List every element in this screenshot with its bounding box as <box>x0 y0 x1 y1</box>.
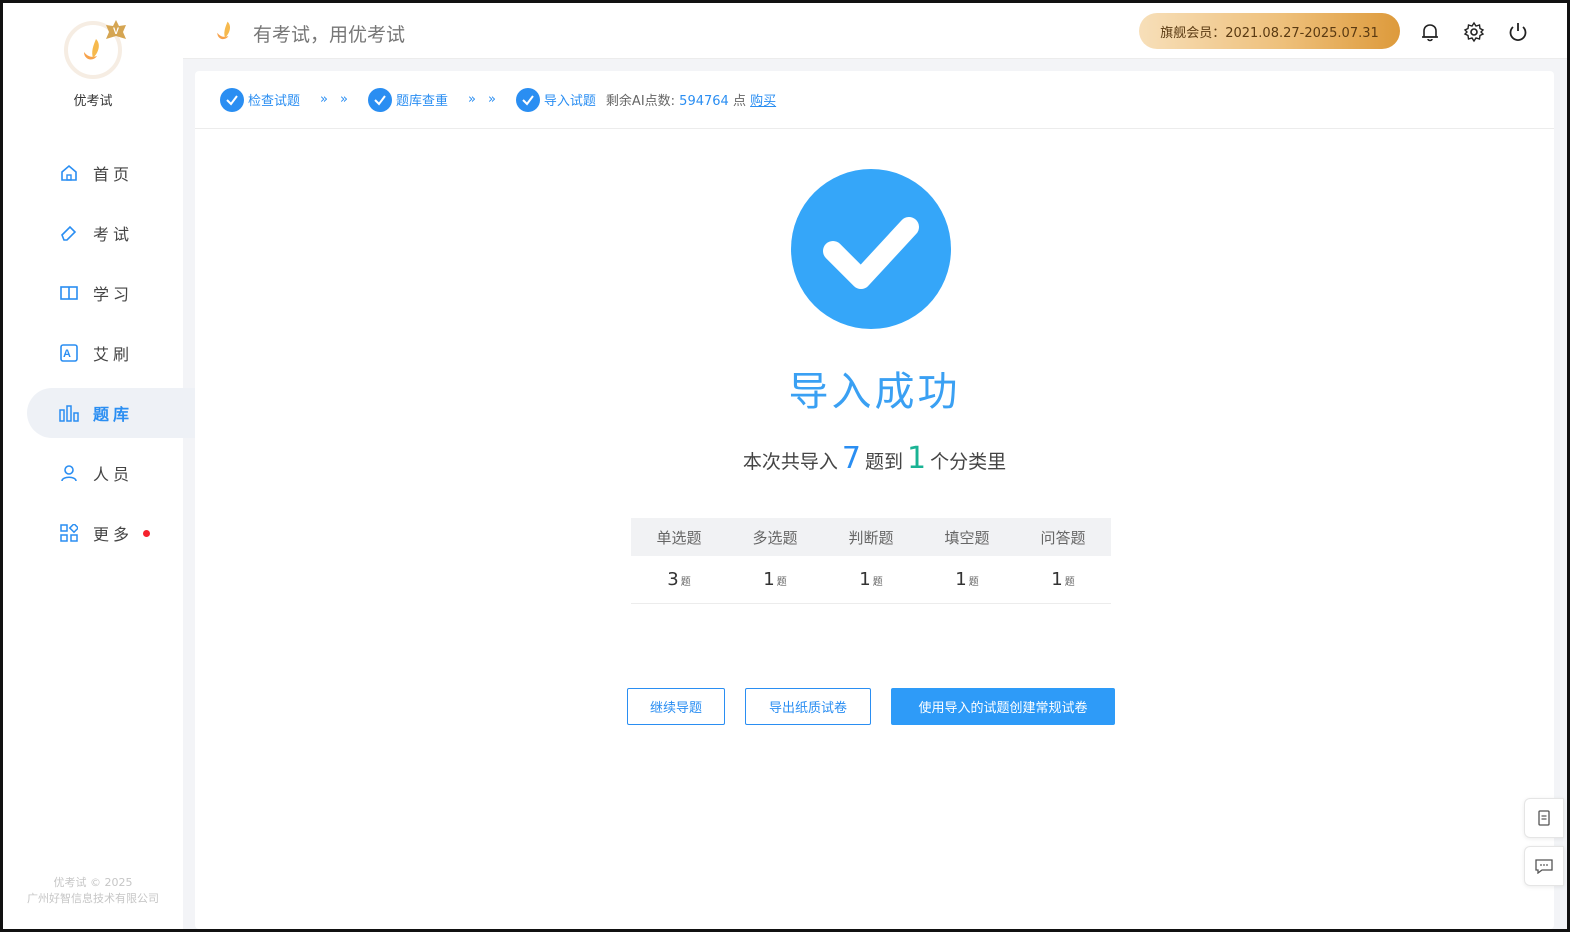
ai-points: 剩余AI点数: 594764 点 购买 <box>606 90 776 109</box>
membership-badge[interactable]: 旗舰会员：2021.08.27-2025.07.31 <box>1139 13 1400 49</box>
points-unit: 点 <box>732 94 746 109</box>
step-arrows: »» <box>467 92 496 107</box>
notification-dot <box>143 529 151 537</box>
apps-icon <box>59 523 79 543</box>
slogan: 有考试，用优考试 <box>253 24 406 46</box>
table-row: 3题 1题 1题 1题 1题 <box>631 556 1111 604</box>
sidebar-nav: 首页 考试 学习 A 艾刷 题库 人员 更多 <box>3 148 207 568</box>
notes-float-button[interactable] <box>1524 798 1564 838</box>
column-header: 多选题 <box>752 528 798 547</box>
eraser-icon <box>59 223 79 243</box>
book-icon <box>59 283 79 303</box>
success-title: 导入成功 <box>788 369 961 415</box>
import-summary: 本次共导入 7 题到 1 个分类里 <box>195 441 1554 476</box>
check-circle-icon <box>367 87 392 112</box>
step-label: 导入试题 <box>543 94 596 109</box>
check-circle-icon <box>515 87 540 112</box>
sidebar-item-question-bank[interactable]: 题库 <box>27 388 207 438</box>
sidebar-item-more[interactable]: 更多 <box>3 508 183 558</box>
sidebar-item-home[interactable]: 首页 <box>3 148 183 198</box>
svg-text:V: V <box>113 26 119 36</box>
question-count: 7 <box>841 441 861 476</box>
sidebar-item-label: 考试 <box>93 225 134 244</box>
table-cell: 3题 <box>667 569 691 590</box>
step-label: 检查试题 <box>248 94 301 109</box>
category-count: 1 <box>907 441 927 476</box>
points-label: 剩余AI点数: <box>605 94 676 109</box>
success-check-icon <box>791 169 951 329</box>
step-arrows: »» <box>320 92 348 107</box>
letter-a-icon: A <box>59 343 79 363</box>
column-header: 填空题 <box>944 528 990 547</box>
brand-logo[interactable]: V <box>64 20 126 81</box>
step-dedupe[interactable]: 题库查重 <box>367 87 448 112</box>
chat-icon <box>1535 859 1553 874</box>
table-cell: 1题 <box>859 569 883 590</box>
table-cell: 1题 <box>763 569 787 590</box>
table-cell: 1题 <box>955 569 979 590</box>
step-check[interactable]: 检查试题 <box>220 87 301 112</box>
export-paper-button[interactable]: 导出纸质试卷 <box>745 688 871 725</box>
sidebar-item-study[interactable]: 学习 <box>3 268 183 318</box>
vip-crown-icon: V <box>106 20 126 39</box>
continue-import-button[interactable]: 继续导题 <box>627 688 725 725</box>
sidebar-item-label: 首页 <box>93 165 134 184</box>
main-card: 检查试题 »» 题库查重 »» 导入试题 剩余AI点数: 594764 点 购买 <box>195 71 1554 929</box>
top-bar: 有考试，用优考试 旗舰会员：2021.08.27-2025.07.31 <box>183 3 1567 59</box>
check-circle-icon <box>220 87 244 112</box>
summary-suffix: 个分类里 <box>930 451 1007 473</box>
company-name: 广州好智信息技术有限公司 <box>27 892 159 905</box>
power-icon[interactable] <box>1507 21 1529 43</box>
sidebar-item-label: 更多 <box>93 525 134 544</box>
import-steps: 检查试题 »» 题库查重 »» 导入试题 剩余AI点数: 594764 点 购买 <box>195 71 1554 129</box>
summary-prefix: 本次共导入 <box>742 451 838 473</box>
svg-text:A: A <box>63 348 75 360</box>
copyright-line: 优考试 © 2025 <box>53 876 133 889</box>
copyright: 优考试 © 2025 广州好智信息技术有限公司 <box>3 875 183 907</box>
points-value: 594764 <box>679 94 729 109</box>
bar-chart-icon <box>59 403 79 423</box>
sidebar-item-aishua[interactable]: A 艾刷 <box>3 328 183 378</box>
sidebar-item-exam[interactable]: 考试 <box>3 208 183 258</box>
table-header: 单选题 多选题 判断题 填空题 问答题 <box>631 518 1111 556</box>
sidebar-item-label: 学习 <box>93 285 134 304</box>
column-header: 问答题 <box>1040 528 1086 547</box>
sidebar-item-people[interactable]: 人员 <box>3 448 183 498</box>
bell-icon[interactable] <box>1419 21 1441 43</box>
sidebar-item-label: 艾刷 <box>93 345 134 364</box>
column-header: 单选题 <box>656 528 702 547</box>
summary-mid: 题到 <box>864 451 903 473</box>
question-type-table: 单选题 多选题 判断题 填空题 问答题 3题 1题 1题 1题 1题 <box>631 518 1111 604</box>
sidebar-item-label: 题库 <box>93 405 134 424</box>
leaf-logo-icon <box>217 21 231 40</box>
sidebar-item-label: 人员 <box>93 465 134 484</box>
column-header: 判断题 <box>848 528 894 547</box>
table-cell: 1题 <box>1051 569 1075 590</box>
chat-float-button[interactable] <box>1524 846 1564 886</box>
gear-icon[interactable] <box>1463 21 1485 43</box>
document-icon <box>1538 810 1550 826</box>
user-icon <box>59 463 79 483</box>
step-label: 题库查重 <box>395 94 448 109</box>
step-import[interactable]: 导入试题 <box>515 87 596 112</box>
brand-name: 优考试 <box>73 94 113 109</box>
leaf-logo-icon <box>84 39 99 60</box>
buy-link[interactable]: 购买 <box>750 94 776 109</box>
sidebar: V 优考试 首页 考试 学习 A 艾刷 题库 人员 更多 优考试 © 2025 … <box>3 3 207 929</box>
create-exam-button[interactable]: 使用导入的试题创建常规试卷 <box>891 688 1115 725</box>
home-icon <box>59 163 79 183</box>
